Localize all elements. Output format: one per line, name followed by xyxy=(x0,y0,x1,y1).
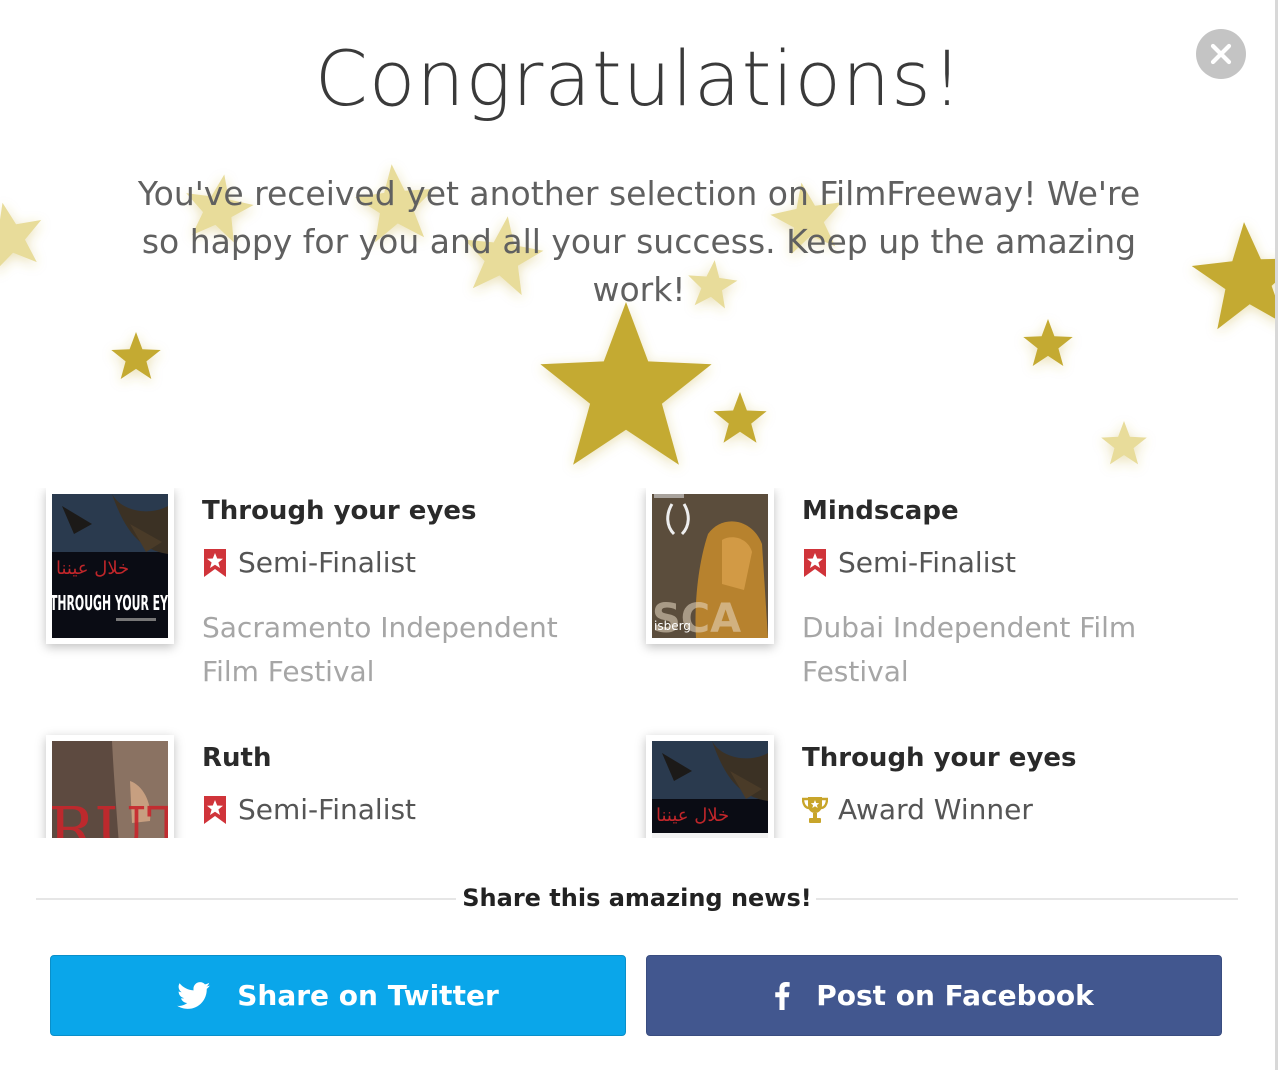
close-button[interactable] xyxy=(1196,29,1246,79)
close-icon xyxy=(1210,43,1232,65)
svg-text:isberg: isberg xyxy=(654,619,691,633)
star-icon xyxy=(0,202,42,267)
film-title[interactable]: Through your eyes xyxy=(802,743,1077,773)
film-title[interactable]: Through your eyes xyxy=(202,496,477,526)
selection-status: Semi-Finalist xyxy=(202,546,416,579)
star-icon xyxy=(1023,319,1073,366)
star-icon xyxy=(540,302,712,465)
svg-text:RUTH: RUTH xyxy=(52,793,168,838)
selection-status: Award Winner xyxy=(802,793,1033,826)
star-icon xyxy=(111,332,161,379)
post-on-facebook-button[interactable]: Post on Facebook xyxy=(646,955,1222,1036)
poster-art: خلال عيننا xyxy=(652,741,768,838)
film-poster-thumbnail[interactable]: SCA isberg xyxy=(646,488,774,644)
selection-card[interactable]: خلال عيننا THROUGH YOUR EY Through your … xyxy=(46,488,606,708)
status-label: Semi-Finalist xyxy=(238,793,417,826)
poster-art: SCA isberg xyxy=(652,494,768,638)
film-title[interactable]: Mindscape xyxy=(802,496,959,526)
svg-text:خلال عيننا: خلال عيننا xyxy=(56,558,129,579)
facebook-button-label: Post on Facebook xyxy=(816,979,1094,1012)
festival-name[interactable]: Sacramento Independent Film Festival xyxy=(202,606,582,694)
star-icon xyxy=(1191,222,1278,330)
film-poster-thumbnail[interactable]: RUTH xyxy=(46,735,174,838)
film-title[interactable]: Ruth xyxy=(202,743,271,773)
congratulations-message: You've received yet another selection on… xyxy=(137,174,1141,309)
twitter-icon xyxy=(177,981,211,1010)
svg-text:خلال عيننا: خلال عيننا xyxy=(656,805,729,826)
trophy-icon xyxy=(802,796,828,823)
congratulations-modal: Congratulations! You've received yet ano… xyxy=(0,0,1278,1070)
semi-finalist-badge-icon xyxy=(204,548,226,577)
poster-art: خلال عيننا THROUGH YOUR EY xyxy=(52,494,168,638)
selection-status: Semi-Finalist xyxy=(202,793,416,826)
svg-text:THROUGH YOUR EY: THROUGH YOUR EY xyxy=(52,591,168,615)
status-label: Semi-Finalist xyxy=(838,546,1017,579)
star-icon xyxy=(1101,421,1147,465)
status-label: Semi-Finalist xyxy=(238,546,417,579)
share-heading-row: Share this amazing news! xyxy=(36,880,1238,920)
semi-finalist-badge-icon xyxy=(204,795,226,824)
selection-card[interactable]: SCA isberg Mindscape Semi-Finalist Dubai… xyxy=(646,488,1206,708)
selections-list: خلال عيننا THROUGH YOUR EY Through your … xyxy=(0,488,1278,838)
film-poster-thumbnail[interactable]: خلال عيننا THROUGH YOUR EY xyxy=(46,488,174,644)
congratulations-title: Congratulations! xyxy=(314,34,964,123)
poster-art: RUTH xyxy=(52,741,168,838)
facebook-icon xyxy=(774,981,790,1010)
status-label: Award Winner xyxy=(838,793,1033,826)
share-on-twitter-button[interactable]: Share on Twitter xyxy=(50,955,626,1036)
selection-card[interactable]: خلال عيننا Through your eyes Award Winne… xyxy=(646,735,1206,838)
festival-name[interactable]: Dubai Independent Film Festival xyxy=(802,606,1182,694)
selection-card[interactable]: RUTH Ruth Semi-Finalist xyxy=(46,735,606,838)
twitter-button-label: Share on Twitter xyxy=(237,979,499,1012)
film-poster-thumbnail[interactable]: خلال عيننا xyxy=(646,735,774,838)
selection-status: Semi-Finalist xyxy=(802,546,1016,579)
semi-finalist-badge-icon xyxy=(804,548,826,577)
star-icon xyxy=(713,392,767,443)
share-heading: Share this amazing news! xyxy=(462,884,812,912)
